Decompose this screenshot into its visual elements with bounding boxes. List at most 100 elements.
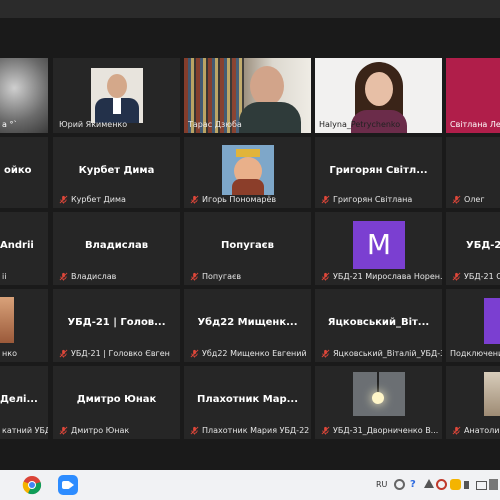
participant-display-name: УБД-21 | Голов... bbox=[67, 317, 166, 328]
participant-display-name: Владислав bbox=[84, 240, 149, 251]
participant-name: катний УБД... bbox=[2, 426, 48, 435]
participant-photo bbox=[91, 68, 143, 123]
participant-name: Тарас Дзюба bbox=[188, 120, 242, 129]
participant-cartoon-avatar bbox=[222, 145, 274, 195]
participant-name: ii bbox=[2, 272, 7, 281]
mic-muted-icon bbox=[321, 349, 330, 358]
participant-name: Курбет Дима bbox=[59, 195, 126, 204]
participant-name: Анатолий bbox=[452, 426, 500, 435]
participant-tile[interactable]: Убд22 Мищенк... Убд22 Мищенко Евгений bbox=[184, 289, 311, 362]
top-bar bbox=[0, 0, 500, 18]
participant-name: УБД-21 | Головко Євген bbox=[59, 349, 170, 358]
participant-tile[interactable]: Владислав Владислав bbox=[53, 212, 180, 285]
participant-name: Яцковський_Віталій_УБД-31 bbox=[321, 349, 442, 358]
participant-tile[interactable]: Курбет Дима Курбет Дима bbox=[53, 137, 180, 208]
mic-muted-icon bbox=[59, 195, 68, 204]
participant-name: Плахотник Мария УБД-22 bbox=[190, 426, 309, 435]
participant-video bbox=[0, 297, 14, 343]
participant-name: Подключени bbox=[450, 349, 500, 358]
person-body bbox=[239, 102, 301, 133]
person-head bbox=[250, 66, 284, 106]
participant-tile[interactable]: Попугаєв Попугаєв bbox=[184, 212, 311, 285]
participant-display-name: УБД-2 bbox=[466, 240, 500, 251]
letter-avatar: M bbox=[353, 221, 405, 269]
mic-muted-icon bbox=[452, 195, 461, 204]
language-indicator[interactable]: RU bbox=[376, 480, 387, 489]
taskbar: RU ? bbox=[0, 470, 500, 500]
hand-icon[interactable] bbox=[450, 479, 461, 490]
participant-tile[interactable]: Дмитро Юнак Дмитро Юнак bbox=[53, 366, 180, 439]
blocked-icon[interactable] bbox=[436, 479, 447, 490]
letter-avatar bbox=[484, 298, 500, 344]
participant-name: УБД-31_Дворниченко В... bbox=[321, 426, 438, 435]
speaker-icon[interactable] bbox=[464, 481, 469, 489]
participant-tile[interactable]: Анатолий bbox=[446, 366, 500, 439]
participant-tile[interactable]: УБД-2 УБД-21 Сі bbox=[446, 212, 500, 285]
participant-name: Владислав bbox=[59, 272, 116, 281]
participant-display-name: Попугаєв bbox=[221, 240, 274, 251]
participant-name: Убд22 Мищенко Евгений bbox=[190, 349, 307, 358]
notification-icon[interactable] bbox=[489, 479, 498, 490]
mic-muted-icon bbox=[190, 426, 199, 435]
participant-tile[interactable]: Олег bbox=[446, 137, 500, 208]
mic-muted-icon bbox=[59, 426, 68, 435]
participant-tile[interactable]: Подключени bbox=[446, 289, 500, 362]
gallery-grid: а °` Юрий Якименко Тарас Дзюба Halyna_Pe… bbox=[0, 58, 500, 443]
participant-tile[interactable]: Делі... катний УБД... bbox=[0, 366, 48, 439]
mic-muted-icon bbox=[452, 426, 461, 435]
network-icon[interactable] bbox=[476, 481, 487, 490]
participant-display-name: Плахотник Мар... bbox=[197, 394, 298, 405]
participant-tile[interactable]: M УБД-21 Мирослава Норен... bbox=[315, 212, 442, 285]
participant-tile[interactable]: Halyna_Petrychenko bbox=[315, 58, 442, 133]
participant-tile[interactable]: УБД-31_Дворниченко В... bbox=[315, 366, 442, 439]
chrome-icon[interactable] bbox=[22, 475, 42, 495]
zoom-icon[interactable] bbox=[58, 475, 78, 495]
participant-name: а °` bbox=[2, 120, 18, 129]
participant-tile[interactable]: Плахотник Мар... Плахотник Мария УБД-22 bbox=[184, 366, 311, 439]
participant-display-name: Убд22 Мищенк... bbox=[197, 317, 298, 328]
participant-video bbox=[353, 372, 405, 416]
participant-display-name: Andrii bbox=[0, 240, 34, 251]
participant-name: Світлана Лег bbox=[450, 120, 500, 129]
lamp-icon bbox=[372, 392, 384, 404]
participant-tile[interactable]: Andrii ii bbox=[0, 212, 48, 285]
participant-display-name: Делі... bbox=[0, 394, 38, 405]
participant-display-name: ойко bbox=[4, 165, 32, 176]
participant-name: УБД-21 Мирослава Норен... bbox=[321, 272, 442, 281]
participant-display-name: Яцковський_Віт... bbox=[327, 317, 430, 328]
participant-tile[interactable]: Тарас Дзюба bbox=[184, 58, 311, 133]
participant-name: Григорян Світлана bbox=[321, 195, 412, 204]
mic-muted-icon bbox=[321, 272, 330, 281]
sync-icon[interactable] bbox=[394, 479, 405, 490]
participant-name: УБД-21 Сі bbox=[452, 272, 500, 281]
participant-name: Halyna_Petrychenko bbox=[319, 120, 401, 129]
participant-display-name: Курбет Дима bbox=[78, 165, 155, 176]
participant-tile-active-speaker[interactable]: Світлана Лег bbox=[446, 58, 500, 133]
participant-name: Попугаєв bbox=[190, 272, 241, 281]
participant-tile[interactable]: Игорь Пономарёв bbox=[184, 137, 311, 208]
participant-name: нко bbox=[2, 349, 17, 358]
participant-tile[interactable]: а °` bbox=[0, 58, 48, 133]
participant-name: Юрий Якименко bbox=[59, 120, 128, 129]
mic-muted-icon bbox=[321, 195, 330, 204]
mic-muted-icon bbox=[190, 195, 199, 204]
mic-muted-icon bbox=[321, 426, 330, 435]
participant-name: Олег bbox=[452, 195, 485, 204]
wifi-icon[interactable] bbox=[424, 479, 434, 488]
participant-tile[interactable]: нко bbox=[0, 289, 48, 362]
person-face bbox=[365, 72, 393, 106]
participant-tile[interactable]: УБД-21 | Голов... УБД-21 | Головко Євген bbox=[53, 289, 180, 362]
participant-tile[interactable]: Юрий Якименко bbox=[53, 58, 180, 133]
participant-tile[interactable]: ойко bbox=[0, 137, 48, 208]
participant-video bbox=[484, 372, 500, 416]
participant-name: Игорь Пономарёв bbox=[190, 195, 276, 204]
mic-muted-icon bbox=[59, 272, 68, 281]
mic-muted-icon bbox=[452, 272, 461, 281]
mic-muted-icon bbox=[190, 349, 199, 358]
participant-name: Дмитро Юнак bbox=[59, 426, 129, 435]
mic-muted-icon bbox=[59, 349, 68, 358]
help-icon[interactable]: ? bbox=[410, 479, 421, 490]
participant-tile[interactable]: Яцковський_Віт... Яцковський_Віталій_УБД… bbox=[315, 289, 442, 362]
participant-tile[interactable]: Григорян Світл... Григорян Світлана bbox=[315, 137, 442, 208]
mic-muted-icon bbox=[190, 272, 199, 281]
